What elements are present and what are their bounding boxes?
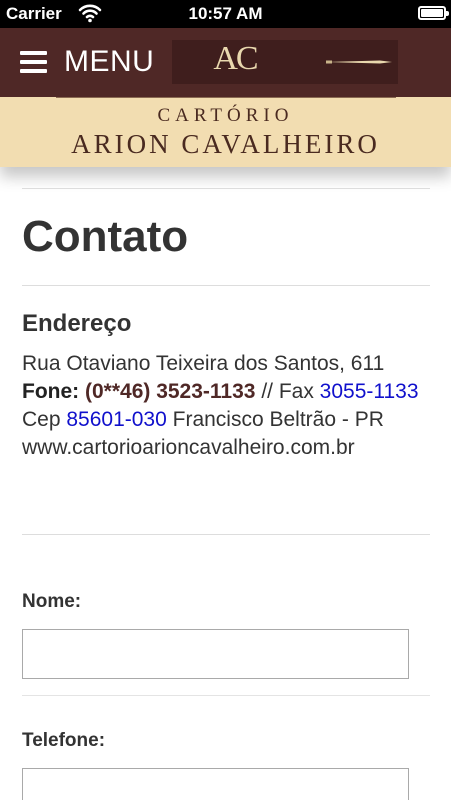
header-top-bar: MENU AC [0,28,451,97]
divider [22,188,430,189]
divider [22,695,430,696]
address-section: Endereço Rua Otaviano Teixeira dos Santo… [22,310,430,534]
brand-name-line2: ARION CAVALHEIRO [71,129,380,159]
brand-name-line1: CARTÓRIO [157,105,294,126]
city-state: Francisco Beltrão - PR [166,408,384,431]
brand-band[interactable]: CARTÓRIO ARION CAVALHEIRO [0,97,451,167]
cep-label: Cep [22,408,67,431]
divider [22,285,430,286]
hamburger-menu-icon [20,51,47,73]
address-heading: Endereço [22,310,132,337]
fax-separator: // Fax [255,380,320,403]
site-header: MENU AC CARTÓRIO ARION CAVALHEIRO [0,28,451,167]
website-text: www.cartorioarioncavalheiro.com.br [22,436,355,459]
status-bar: Carrier 10:57 AM [0,0,451,28]
logo-divider [56,97,396,98]
clock: 10:57 AM [188,4,263,23]
divider [22,534,430,535]
name-field-label: Nome: [22,591,82,612]
fax-number-link[interactable]: 3055-1133 [320,380,419,403]
main-content: Contato Endereço Rua Otaviano Teixeira d… [22,167,430,800]
address-text: Rua Otaviano Teixeira dos Santos, 611 Fo… [22,350,430,462]
quill-pen-icon [326,60,392,64]
cep-number-link[interactable]: 85601-030 [66,408,166,431]
name-input[interactable] [22,629,409,679]
street-address: Rua Otaviano Teixeira dos Santos, 611 [22,352,385,375]
phone-field-label: Telefone: [22,730,106,751]
phone-number: (0**46) 3523-1133 [85,380,256,403]
page-title: Contato [22,212,189,261]
menu-label: MENU [64,45,155,78]
battery-icon [418,6,449,20]
menu-button[interactable]: MENU [20,44,154,80]
logo-monogram: AC [213,40,258,77]
contact-form: Nome: Telefone: [22,591,430,800]
phone-label: Fone: [22,380,80,403]
phone-input[interactable] [22,768,409,800]
